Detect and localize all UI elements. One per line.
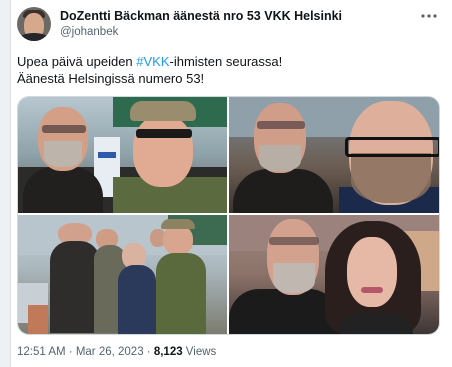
tweet-date[interactable]: Mar 26, 2023 [76,346,144,358]
tweet-text: Upea päivä upeiden #VKK-ihmisten seurass… [17,53,437,87]
tweet-time[interactable]: 12:51 AM [17,346,66,358]
avatar[interactable] [17,7,51,41]
user-handle[interactable]: @johanbek [60,26,118,38]
photo-4[interactable] [229,215,439,334]
tweet-card[interactable]: DoZentti Bäckman äänestä nro 53 VKK Hels… [11,0,452,367]
photo-3[interactable] [18,215,227,334]
page-left-edge [0,0,11,367]
photo-1[interactable] [18,97,227,213]
hashtag-link[interactable]: #VKK [136,54,169,69]
media-grid [17,96,440,335]
separator-dot: · [65,346,76,358]
photo-2[interactable] [229,97,439,213]
tweet-text-part: Upea päivä upeiden [17,54,137,69]
separator-dot: · [143,346,154,358]
views-label: Views [182,346,217,358]
more-horizontal-icon[interactable] [420,10,438,24]
tweet-metadata: 12:51 AM · Mar 26, 2023 · 8,123 Views [17,346,216,358]
views-count: 8,123 [153,346,183,358]
tweet-text-part: -ihmisten seurassa! [169,54,283,69]
display-name[interactable]: DoZentti Bäckman äänestä nro 53 VKK Hels… [60,9,342,23]
tweet-text-line2: Äänestä Helsingissä numero 53! [17,71,205,86]
